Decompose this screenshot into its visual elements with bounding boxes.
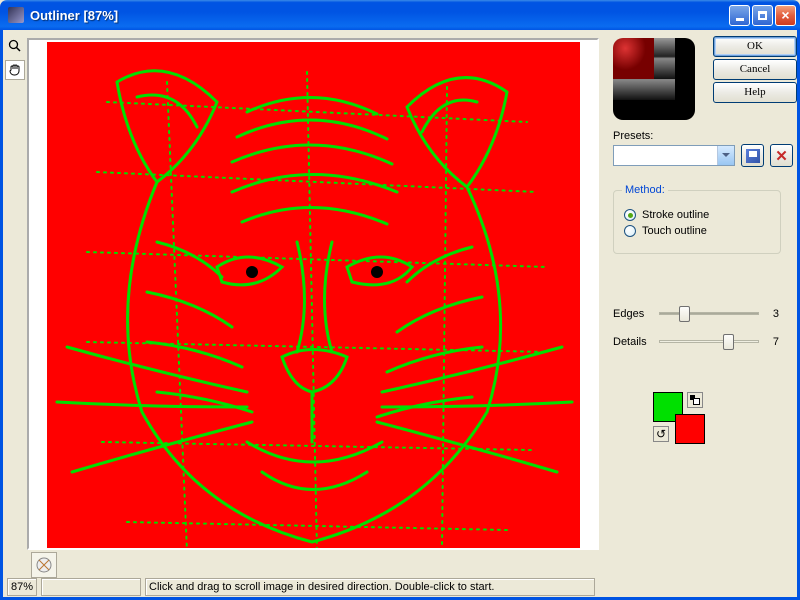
help-button[interactable]: Help [713,82,797,103]
window-title: Outliner [87%] [28,8,727,23]
radio-icon [624,209,636,221]
title-bar: Outliner [87%] × [0,0,800,30]
edges-label: Edges [613,308,651,320]
radio-label: Touch outline [642,225,707,237]
default-colors-button[interactable] [687,392,703,408]
status-hint: Click and drag to scroll image in desire… [145,578,595,596]
slider-thumb[interactable] [723,334,734,350]
save-icon [746,149,760,163]
progress-well [41,578,141,596]
details-slider[interactable] [659,332,759,352]
zoom-readout: 87% [7,578,37,596]
delete-icon: ✕ [775,147,788,165]
close-button[interactable]: × [775,5,796,26]
options-panel: OK Cancel Help Presets: ✕ Method: Stroke… [599,30,797,597]
presets-label: Presets: [613,130,653,142]
maximize-button[interactable] [752,5,773,26]
background-swatch[interactable] [675,414,705,444]
slider-thumb[interactable] [679,306,690,322]
minimize-button[interactable] [729,5,750,26]
preview-pane[interactable] [27,38,599,550]
details-label: Details [613,336,651,348]
presets-combo[interactable] [613,145,735,166]
ok-button[interactable]: OK [713,36,797,57]
radio-touch-outline[interactable]: Touch outline [624,225,770,237]
cancel-button[interactable]: Cancel [713,59,797,80]
zoom-tool[interactable] [5,36,25,56]
tool-strip [3,30,27,597]
delete-preset-button[interactable]: ✕ [770,144,793,167]
method-group: Method: Stroke outline Touch outline [613,190,781,254]
save-preset-button[interactable] [741,144,764,167]
history-state-button[interactable] [31,552,57,577]
swap-colors-button[interactable]: ↺ [653,426,669,442]
color-swatches: ↺ [653,392,723,450]
radio-label: Stroke outline [642,209,709,221]
details-value: 7 [767,336,779,348]
method-legend: Method: [622,184,668,196]
hand-tool[interactable] [5,60,25,80]
radio-icon [624,225,636,237]
status-bar: 87% Click and drag to scroll image in de… [3,578,599,597]
app-icon [8,7,24,23]
edges-value: 3 [767,308,779,320]
preview-canvas [47,42,580,550]
vendor-logo [613,38,695,120]
chevron-down-icon[interactable] [717,146,734,165]
edges-slider[interactable] [659,304,759,324]
radio-stroke-outline[interactable]: Stroke outline [624,209,770,221]
